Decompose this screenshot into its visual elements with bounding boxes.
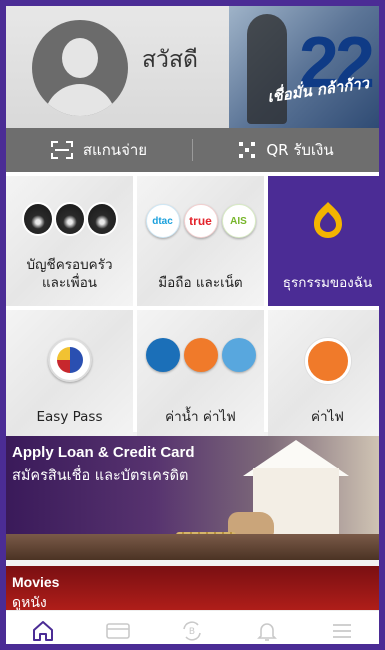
family-photo-icon [87,204,116,234]
action-bar: สแกนจ่าย QR รับเงิน [6,128,379,172]
electric-authority-logo-icon [304,338,351,384]
qr-code-icon [238,141,257,159]
qr-receive-button[interactable]: QR รับเงิน [193,128,379,172]
tile-easy-pass[interactable]: Easy Pass [6,310,133,440]
desk-surface [6,534,379,560]
family-photo-icon [23,204,52,234]
tile-my-transactions[interactable]: ธุรกรรมของฉัน [268,176,379,306]
family-photo-icon [55,204,84,234]
tile-label: Easy Pass [36,409,103,425]
bottom-nav: B [6,610,379,645]
avatar-head [62,38,98,78]
card-icon [106,622,130,639]
scan-pay-label: สแกนจ่าย [82,141,148,159]
water-authority-logo-icon [145,338,180,372]
avatar-shoulders [44,84,116,116]
electric-authority-logo-icon [183,338,218,372]
tile-label: มือถือ และเน็ต [158,275,243,291]
home-icon [33,620,54,641]
banner-title-th: สมัครสินเชื่อ และบัตรเครดิต [12,468,189,484]
provincial-water-logo-icon [221,338,256,372]
nav-notifications[interactable] [247,613,287,645]
nav-transfer[interactable]: B [172,613,212,645]
scan-icon [50,141,73,159]
svg-text:B: B [189,627,195,637]
scb-logo-icon [313,202,342,238]
banner-title-en: Movies [12,574,60,590]
menu-icon [332,623,351,638]
tile-electricity[interactable]: ค่าไฟ [268,310,379,440]
dtac-logo-icon: dtac [145,204,180,238]
service-grid: บัญชีครอบครัว และเพื่อน dtac true AIS มื… [6,172,379,440]
hero-banner[interactable]: 22 เชื่อมั่น กล้าก้าว [229,6,379,128]
banner-title-en: Apply Loan & Credit Card [12,444,195,461]
electric-icon-wrap [268,338,379,384]
ais-logo-icon: AIS [221,204,256,238]
app-frame: สวัสดี 22 เชื่อมั่น กล้าก้าว สแกนจ่าย QR… [0,0,385,650]
family-icons [6,204,133,234]
hero-person-image [247,14,287,124]
easy-pass-logo-icon [47,338,92,382]
qr-receive-label: QR รับเงิน [266,141,334,159]
nav-cards[interactable] [98,613,138,645]
scan-pay-button[interactable]: สแกนจ่าย [6,128,192,172]
carrier-icons: dtac true AIS [137,204,264,238]
header: สวัสดี 22 เชื่อมั่น กล้าก้าว [6,6,379,128]
true-logo-icon: true [183,204,218,238]
tile-label: บัญชีครอบครัว และเพื่อน [26,257,113,291]
tile-mobile-internet[interactable]: dtac true AIS มือถือ และเน็ต [137,176,264,306]
loan-credit-card-banner[interactable]: Apply Loan & Credit Card สมัครสินเชื่อ แ… [6,436,379,560]
nav-menu[interactable] [322,613,362,645]
greeting-text: สวัสดี [142,47,198,73]
tile-family-accounts[interactable]: บัญชีครอบครัว และเพื่อน [6,176,133,306]
transfer-icon: B [183,620,202,641]
nav-home[interactable] [23,613,63,645]
easy-pass-icon-wrap [6,338,133,382]
tile-label: ธุรกรรมของฉัน [282,275,373,291]
utility-icons [137,338,264,372]
tile-water-electric[interactable]: ค่าน้ำ ค่าไฟ [137,310,264,440]
bell-icon [257,622,278,641]
tile-label: ค่าไฟ [311,409,344,425]
avatar[interactable] [32,20,128,116]
tile-label: ค่าน้ำ ค่าไฟ [165,409,236,425]
